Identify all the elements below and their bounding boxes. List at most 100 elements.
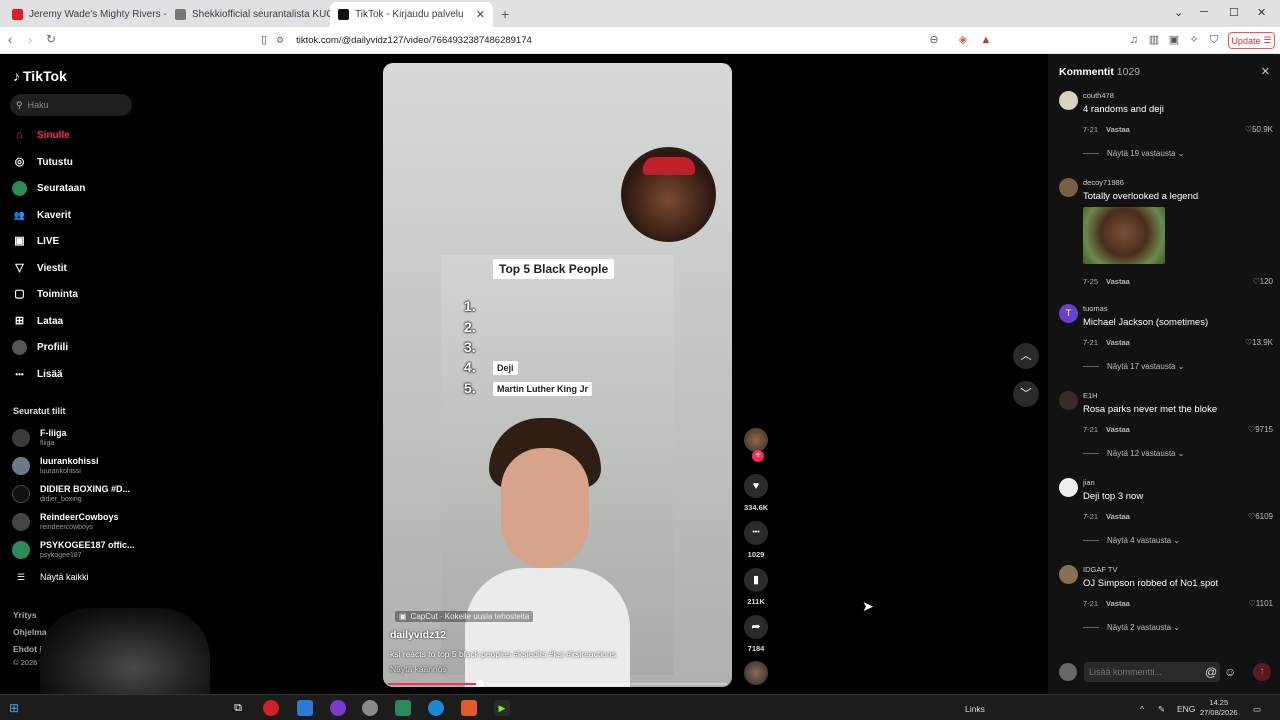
comment-like-button[interactable]: ♡120 bbox=[1252, 277, 1273, 286]
comment-like-button[interactable]: ♡50.9K bbox=[1245, 125, 1273, 134]
sound-avatar[interactable] bbox=[744, 661, 768, 685]
reply-button[interactable]: Vastaa bbox=[1106, 512, 1130, 521]
avatar[interactable] bbox=[1059, 391, 1078, 410]
spotify-icon[interactable] bbox=[395, 700, 411, 716]
comment-input[interactable]: Lisää kommentti... bbox=[1084, 662, 1220, 682]
comment-username[interactable]: IDGAF TV bbox=[1083, 565, 1117, 574]
avatar[interactable] bbox=[1059, 478, 1078, 497]
footer-link[interactable]: Yritys bbox=[13, 610, 37, 620]
reply-button[interactable]: Vastaa bbox=[1106, 277, 1130, 286]
nav-more[interactable]: ••• Lisää bbox=[12, 367, 62, 382]
tray-chevron-icon[interactable]: ^ bbox=[1140, 704, 1144, 714]
address-bar[interactable]: ⚙ tiktok.com/@dailyvidz127/video/7664932… bbox=[276, 31, 946, 50]
avatar[interactable]: T bbox=[1059, 304, 1078, 323]
capcut-tag[interactable]: ▣ CapCut · Kokeile uusia tehosteita bbox=[395, 611, 534, 622]
show-all-button[interactable]: ☰ Näytä kaikki bbox=[12, 572, 89, 583]
bookmark-icon[interactable]: ▯ bbox=[258, 34, 270, 46]
browser-tab[interactable]: Shekkiofficial seurantalista KUOPIO bbox=[167, 2, 330, 27]
tiktok-logo[interactable]: ♪ TikTok bbox=[13, 68, 67, 84]
comment-username[interactable]: couth478 bbox=[1083, 91, 1114, 100]
comment-like-button[interactable]: ♡9715 bbox=[1248, 425, 1273, 434]
followed-account[interactable]: DIDIER BOXING #D... didier_boxing bbox=[12, 484, 130, 504]
nav-explore[interactable]: ◎ Tutustu bbox=[12, 155, 73, 170]
reply-button[interactable]: Vastaa bbox=[1106, 125, 1130, 134]
comment-like-button[interactable]: ♡13.9K bbox=[1245, 338, 1273, 347]
store-icon[interactable] bbox=[297, 700, 313, 716]
pen-icon[interactable]: ✎ bbox=[1158, 704, 1165, 715]
followed-account[interactable]: ReindeerCowboys reindeercowboys bbox=[12, 512, 119, 532]
close-icon[interactable]: ✕ bbox=[1261, 65, 1270, 78]
save-button[interactable]: ▮ 211K bbox=[744, 568, 768, 606]
previous-video-button[interactable]: ︿ bbox=[1013, 343, 1039, 369]
progress-handle[interactable] bbox=[475, 680, 484, 687]
share-button[interactable]: ➦ 7184 bbox=[744, 615, 768, 653]
like-button[interactable]: ♥ 334.6K bbox=[744, 474, 768, 512]
nav-live[interactable]: ▣ LIVE bbox=[12, 234, 59, 249]
mention-icon[interactable]: @ bbox=[1205, 665, 1217, 679]
comment-like-button[interactable]: ♡1101 bbox=[1249, 599, 1273, 608]
comment-button[interactable]: ••• 1029 bbox=[744, 521, 768, 559]
app-icon[interactable] bbox=[330, 700, 346, 716]
followed-account[interactable]: Iuurankohissi luurankohissi bbox=[12, 456, 99, 476]
window-close-button[interactable]: ✕ bbox=[1257, 6, 1266, 19]
view-replies-button[interactable]: Näytä 4 vastausta ⌄ bbox=[1083, 536, 1180, 545]
back-icon[interactable]: ‹ bbox=[8, 32, 12, 47]
links-toolbar[interactable]: Links bbox=[965, 704, 985, 714]
avatar[interactable] bbox=[1059, 565, 1078, 584]
view-replies-button[interactable]: Näytä 19 vastausta ⌄ bbox=[1083, 149, 1184, 158]
nav-friends[interactable]: 👥 Kaverit bbox=[12, 208, 71, 223]
comment-username[interactable]: E1H bbox=[1083, 391, 1098, 400]
brave-shield-icon[interactable]: ◈ bbox=[957, 34, 969, 46]
forward-icon[interactable]: › bbox=[28, 32, 32, 47]
edge-icon[interactable] bbox=[428, 700, 444, 716]
translate-link[interactable]: Näytä käännös bbox=[390, 664, 447, 674]
avatar[interactable] bbox=[1059, 178, 1078, 197]
comment-image[interactable] bbox=[1083, 207, 1165, 264]
language-indicator[interactable]: ENG bbox=[1177, 704, 1195, 714]
nav-messages[interactable]: ▽ Viestit bbox=[12, 261, 67, 276]
extensions-icon[interactable]: ✧ bbox=[1188, 34, 1200, 46]
footer-link[interactable]: Ohjelma bbox=[13, 627, 47, 637]
brave-rewards-icon[interactable]: ▲ bbox=[980, 34, 992, 46]
search-input[interactable]: ⚲ Haku bbox=[10, 94, 132, 116]
tab-groups-icon[interactable]: ▣ bbox=[1168, 34, 1180, 46]
video-player[interactable]: Top 5 Black People 1. 2. 3. 4. Deji 5. M… bbox=[383, 63, 732, 687]
notification-icon[interactable]: ▭ bbox=[1253, 704, 1261, 715]
nav-following[interactable]: Seurataan bbox=[12, 181, 85, 196]
video-author[interactable]: dailyvidz12 bbox=[390, 629, 446, 641]
nav-upload[interactable]: ⊞ Lataa bbox=[12, 314, 63, 329]
maximize-button[interactable]: ☐ bbox=[1229, 6, 1239, 19]
view-replies-button[interactable]: Näytä 2 vastausta ⌄ bbox=[1083, 623, 1180, 632]
creator-avatar[interactable] bbox=[744, 428, 768, 452]
taskbar-clock[interactable]: 14.25 27/08/2026 bbox=[1200, 698, 1238, 718]
nav-activity[interactable]: ▢ Toiminta bbox=[12, 287, 78, 302]
start-icon[interactable]: ⊞ bbox=[6, 700, 22, 716]
reload-icon[interactable]: ↻ bbox=[46, 32, 56, 46]
view-replies-button[interactable]: Näytä 12 vastausta ⌄ bbox=[1083, 449, 1184, 458]
comment-username[interactable]: jian bbox=[1083, 478, 1095, 487]
reply-button[interactable]: Vastaa bbox=[1106, 338, 1130, 347]
tab-search-icon[interactable]: ⌄ bbox=[1174, 6, 1183, 19]
nav-for-you[interactable]: ⌂ Sinulle bbox=[12, 128, 70, 143]
avatar[interactable] bbox=[1059, 91, 1078, 110]
follow-plus-icon[interactable]: + bbox=[752, 450, 764, 462]
zoom-icon[interactable]: ⊖ bbox=[928, 34, 940, 46]
comment-username[interactable]: tuomas bbox=[1083, 304, 1108, 313]
browser-tab-active[interactable]: TikTok - Kirjaudu palvelu ✕ bbox=[330, 2, 493, 27]
close-tab-icon[interactable]: ✕ bbox=[476, 8, 485, 21]
app-icon[interactable] bbox=[362, 700, 378, 716]
send-comment-button[interactable]: ↑ bbox=[1253, 663, 1271, 681]
browser-tab[interactable]: Jeremy Wade's Mighty Rivers - Full E bbox=[4, 2, 167, 27]
followed-account[interactable]: PSYKOGEE187 offic... psykogee187 bbox=[12, 540, 135, 560]
nav-profile[interactable]: Profiili bbox=[12, 340, 68, 355]
video-progress-bar[interactable] bbox=[388, 680, 727, 687]
music-icon[interactable]: ♫ bbox=[1128, 34, 1140, 46]
emoji-icon[interactable]: ☺ bbox=[1224, 665, 1236, 679]
followed-account[interactable]: F-liiga fliiga bbox=[12, 428, 67, 448]
comment-username[interactable]: decoy71986 bbox=[1083, 178, 1124, 187]
new-tab-button[interactable]: + bbox=[501, 6, 509, 22]
task-view-icon[interactable]: ⧉ bbox=[230, 700, 246, 716]
minimize-button[interactable]: ─ bbox=[1200, 6, 1208, 18]
reply-button[interactable]: Vastaa bbox=[1106, 425, 1130, 434]
opera-icon[interactable] bbox=[263, 700, 279, 716]
